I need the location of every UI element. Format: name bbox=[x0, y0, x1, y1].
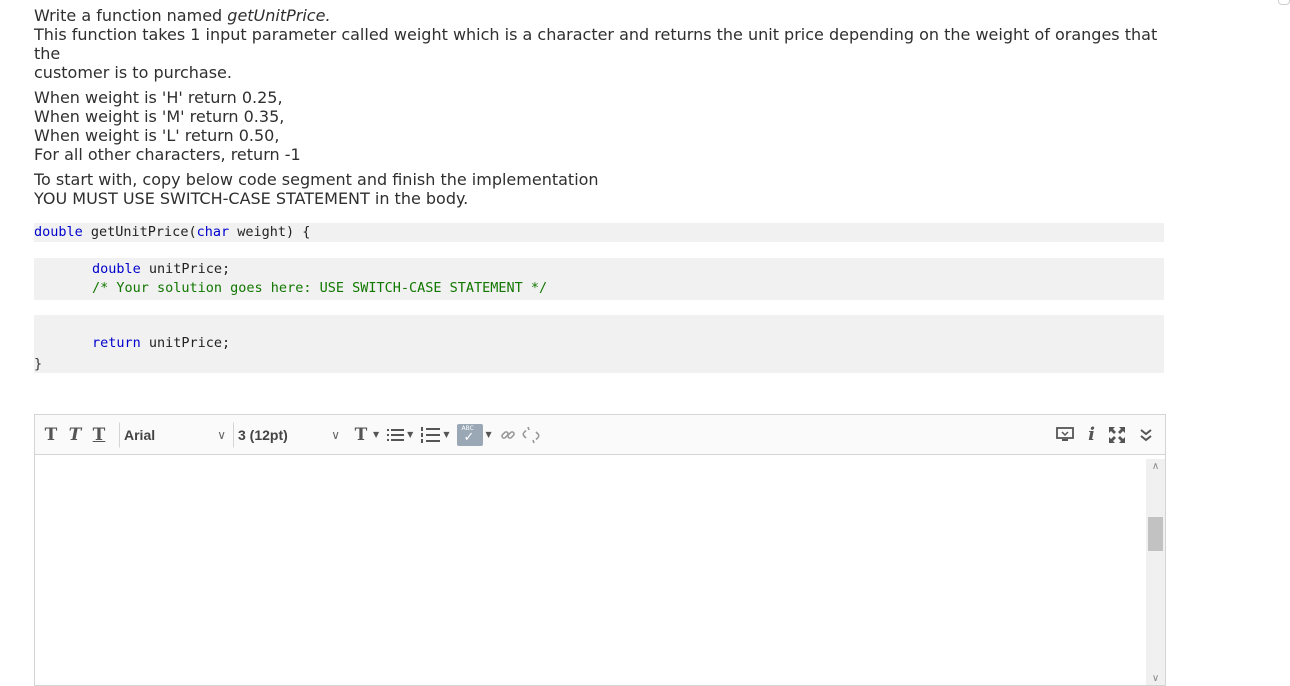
question-text: Write a function named getUnitPrice. Thi… bbox=[34, 6, 1164, 208]
fullscreen-icon[interactable] bbox=[1109, 426, 1125, 443]
code-line-signature: double getUnitPrice(char weight) { bbox=[34, 223, 1164, 242]
font-size-select[interactable]: 3 (12pt) ∨ bbox=[233, 421, 345, 448]
answer-editor: T T T Arial∨ 3 (12pt)∨ T▼ ▼ ▼ ABC✓▼ bbox=[34, 414, 1166, 686]
chevron-down-icon: ∨ bbox=[331, 427, 340, 442]
rule-other: For all other characters, return -1 bbox=[34, 145, 301, 164]
text-italic-icon[interactable]: T bbox=[65, 422, 85, 448]
page-corner-mark bbox=[1278, 0, 1290, 5]
rule-l: When weight is 'L' return 0.50, bbox=[34, 126, 280, 145]
chevron-down-icon: ∨ bbox=[217, 427, 226, 442]
code-line-return: return unitPrice; bbox=[34, 334, 1164, 353]
instruction-copy: To start with, copy below code segment a… bbox=[34, 170, 599, 189]
code-line-comment: /* Your solution goes here: USE SWITCH-C… bbox=[92, 280, 548, 296]
rule-m: When weight is 'M' return 0.35, bbox=[34, 107, 285, 126]
text-underline-icon[interactable]: T bbox=[89, 422, 109, 448]
code-keyword-char: char bbox=[196, 224, 230, 240]
font-family-select[interactable]: Arial ∨ bbox=[119, 421, 231, 448]
rule-h: When weight is 'H' return 0.25, bbox=[34, 88, 283, 107]
code-closing-brace: } bbox=[34, 356, 43, 372]
text-bold-icon[interactable]: T bbox=[41, 422, 61, 448]
info-icon[interactable]: i bbox=[1088, 424, 1095, 445]
caret-down-icon: ▼ bbox=[373, 430, 380, 439]
bullet-list-button[interactable]: ▼ bbox=[387, 427, 413, 443]
spellcheck-button[interactable]: ABC ✓ ▼ bbox=[457, 423, 492, 446]
unlink-button[interactable] bbox=[522, 426, 540, 444]
code-keyword-double: double bbox=[34, 224, 83, 240]
unlink-icon bbox=[522, 426, 540, 444]
question-line-3: customer is to purchase. bbox=[34, 63, 232, 82]
caret-down-icon: ▼ bbox=[407, 430, 414, 439]
code-return-value: unitPrice; bbox=[140, 335, 231, 351]
numbered-list-icon bbox=[421, 426, 441, 444]
question-line-1: Write a function named getUnitPrice. bbox=[34, 6, 1164, 25]
editor-right-tools: i bbox=[1056, 415, 1153, 454]
numbered-list-button[interactable]: ▼ bbox=[421, 426, 449, 444]
code-keyword-return: return bbox=[92, 335, 141, 351]
code-body-top: double unitPrice; /* Your solution goes … bbox=[34, 258, 1164, 300]
editor-toolbar: T T T Arial∨ 3 (12pt)∨ T▼ ▼ ▼ ABC✓▼ bbox=[35, 415, 1165, 455]
code-body-bottom: return unitPrice; bbox=[34, 315, 1164, 373]
instruction-switch: YOU MUST USE SWITCH-CASE STATEMENT in th… bbox=[34, 189, 469, 208]
question-intro: Write a function named bbox=[34, 6, 228, 25]
link-icon bbox=[500, 427, 516, 443]
editor-text-area[interactable]: ∧ ∨ bbox=[35, 455, 1165, 685]
editor-scrollbar[interactable]: ∧ ∨ bbox=[1146, 459, 1165, 685]
expand-toolbar-icon[interactable] bbox=[1139, 428, 1153, 442]
spellcheck-icon: ABC ✓ bbox=[457, 423, 484, 446]
code-signature: double getUnitPrice(char weight) { bbox=[34, 223, 1164, 242]
font-size-value: 3 (12pt) bbox=[238, 426, 288, 443]
preview-icon[interactable] bbox=[1056, 426, 1075, 443]
scroll-down-icon[interactable]: ∨ bbox=[1146, 671, 1165, 685]
text-color-icon: T bbox=[354, 424, 368, 445]
scroll-thumb[interactable] bbox=[1148, 517, 1163, 551]
code-keyword-double: double bbox=[92, 261, 141, 277]
link-button[interactable] bbox=[500, 427, 516, 443]
code-line-declaration: double unitPrice; bbox=[34, 260, 1164, 279]
code-params: weight) { bbox=[229, 224, 311, 240]
question-line-2: This function takes 1 input parameter ca… bbox=[34, 25, 1158, 63]
caret-down-icon: ▼ bbox=[485, 430, 492, 439]
scroll-up-icon[interactable]: ∧ bbox=[1146, 459, 1165, 473]
function-name: getUnitPrice. bbox=[227, 6, 331, 25]
bullet-list-icon bbox=[387, 427, 405, 443]
code-function-name: getUnitPrice( bbox=[82, 224, 197, 240]
text-color-button[interactable]: T ▼ bbox=[351, 422, 379, 448]
code-declaration: unitPrice; bbox=[140, 261, 231, 277]
font-family-value: Arial bbox=[124, 426, 156, 443]
caret-down-icon: ▼ bbox=[443, 430, 450, 439]
